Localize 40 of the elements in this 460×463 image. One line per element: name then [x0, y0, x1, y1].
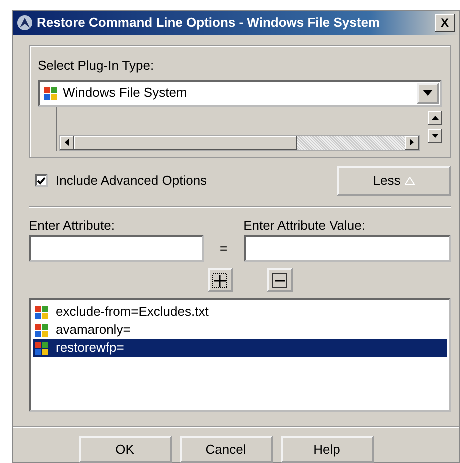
- right-arrow-icon: [410, 139, 414, 146]
- windows-icon: [35, 342, 48, 354]
- collapse-arrow-icon: [404, 176, 415, 184]
- cancel-button[interactable]: Cancel: [180, 436, 272, 463]
- equals-sign: =: [220, 240, 228, 258]
- advanced-options-checkbox[interactable]: [35, 174, 48, 187]
- scroll-up-button[interactable]: [428, 110, 442, 124]
- attribute-value-input-field[interactable]: [244, 235, 451, 262]
- attribute-label: Enter Attribute:: [29, 216, 116, 234]
- add-icon: [212, 272, 228, 289]
- less-button[interactable]: Less: [337, 166, 451, 196]
- scroll-right-button[interactable]: [405, 136, 419, 150]
- plugin-type-label: Select Plug-In Type:: [38, 57, 156, 75]
- scrollbar-thumb[interactable]: [74, 136, 297, 150]
- down-arrow-icon: [432, 134, 438, 138]
- up-arrow-icon: [432, 116, 438, 120]
- remove-icon: [272, 272, 288, 289]
- horizontal-scrollbar[interactable]: [59, 134, 420, 150]
- attribute-list-item[interactable]: restorewfp=: [33, 339, 447, 357]
- windows-icon: [35, 306, 48, 318]
- attribute-input-field[interactable]: [29, 235, 204, 262]
- windows-icon: [44, 87, 57, 100]
- attribute-list-item[interactable]: avamaronly=: [33, 321, 447, 339]
- plugin-type-dropdown[interactable]: Windows File System: [38, 80, 442, 106]
- scroll-down-button[interactable]: [428, 128, 442, 142]
- windows-icon: [35, 324, 48, 336]
- remove-button[interactable]: [266, 268, 292, 292]
- advanced-options-label: Include Advanced Options: [56, 172, 208, 190]
- left-arrow-icon: [65, 139, 69, 146]
- help-button[interactable]: Help: [280, 436, 374, 463]
- plugin-type-value: Windows File System: [63, 84, 188, 102]
- scroll-left-button[interactable]: [60, 136, 74, 150]
- dropdown-arrow-icon: [423, 90, 433, 96]
- window-title: Restore Command Line Options - Windows File System: [37, 14, 380, 32]
- add-button[interactable]: [208, 268, 232, 292]
- attribute-value-label: Enter Attribute Value:: [244, 216, 366, 234]
- attribute-list-item[interactable]: exclude-from=Excludes.txt: [33, 303, 447, 321]
- ok-button[interactable]: OK: [78, 436, 172, 463]
- close-button[interactable]: X: [435, 14, 455, 32]
- app-logo-icon: [17, 15, 33, 31]
